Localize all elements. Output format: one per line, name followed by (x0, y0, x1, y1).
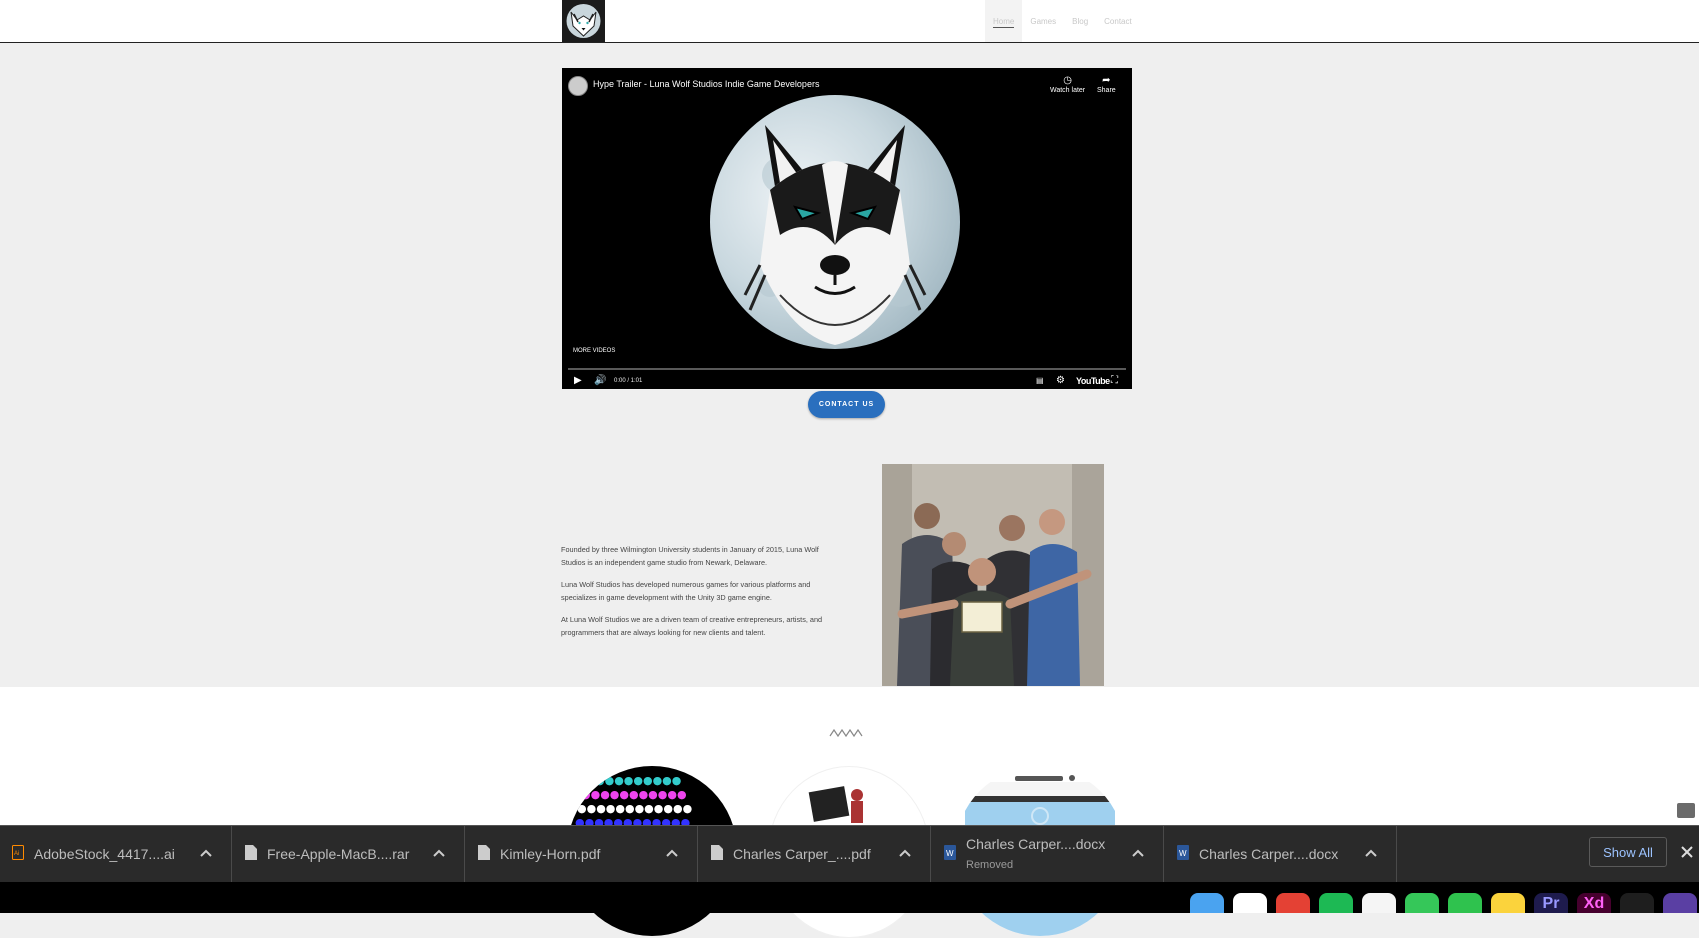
show-all-button[interactable]: Show All (1589, 837, 1667, 867)
file-icon (478, 845, 490, 860)
download-item[interactable]: Ai AdobeStock_4417....ai (0, 826, 232, 883)
finder-icon[interactable] (1190, 893, 1224, 913)
spotify-icon[interactable] (1319, 893, 1353, 913)
xd-icon[interactable]: Xd (1577, 893, 1611, 913)
play-icon[interactable]: ▶ (574, 373, 582, 389)
macos-dock: Pr Xd (0, 882, 1699, 913)
download-status: Removed (966, 859, 1014, 871)
channel-avatar[interactable] (568, 76, 588, 96)
captions-icon[interactable]: ▤ (1036, 373, 1044, 389)
chevron-up-icon[interactable] (898, 846, 912, 860)
games-section: ●●●●●●●●● ●●●●●●●●●●● ●●●●●●●●●●●● ●●●●●… (0, 687, 1699, 938)
nav-contact[interactable]: Contact (1096, 0, 1140, 42)
download-filename: Charles Carper....docx (966, 836, 1106, 852)
things-icon[interactable] (1233, 893, 1267, 913)
more-videos-label[interactable]: MORE VIDEOS (573, 348, 615, 354)
download-item[interactable]: Charles Carper_....pdf (699, 826, 931, 883)
team-photo (882, 464, 1104, 686)
svg-text:●●●●●●●●●●●: ●●●●●●●●●●● (581, 788, 687, 801)
app-icon[interactable] (1663, 893, 1697, 913)
download-item[interactable]: Kimley-Horn.pdf (466, 826, 698, 883)
svg-text:Ai: Ai (14, 851, 19, 857)
download-filename: Free-Apple-MacB....rar (267, 846, 410, 862)
share-button[interactable]: ➦ Share (1097, 75, 1116, 94)
about-paragraph: Founded by three Wilmington University s… (561, 545, 819, 567)
share-label: Share (1097, 87, 1116, 94)
wave-divider-icon (829, 728, 863, 738)
contact-us-button[interactable]: CONTACT US (808, 391, 885, 418)
about-paragraph: At Luna Wolf Studios we are a driven tea… (561, 615, 823, 637)
about-paragraph: Luna Wolf Studios has developed numerous… (561, 580, 811, 602)
figma-icon[interactable] (1620, 893, 1654, 913)
premiere-icon[interactable]: Pr (1534, 893, 1568, 913)
watch-later-label: Watch later (1050, 87, 1086, 94)
file-icon (245, 845, 257, 860)
nav-home[interactable]: Home (985, 0, 1023, 42)
video-controls: ▶ 🔊 0:00 / 1:01 ▤ ⚙ YouTube ⛶ (562, 373, 1132, 389)
svg-text:●●●●●●●●●: ●●●●●●●●● (595, 774, 681, 787)
wolf-moon-thumbnail (710, 95, 960, 349)
settings-gear-icon[interactable]: ⚙ (1056, 373, 1065, 389)
share-icon: ➦ (1102, 75, 1111, 86)
about-section: Founded by three Wilmington University s… (561, 543, 833, 648)
chevron-up-icon[interactable] (199, 846, 213, 860)
fullscreen-icon[interactable]: ⛶ (1111, 373, 1118, 389)
clock-icon: ◷ (1063, 75, 1072, 86)
chrome-icon[interactable] (1276, 893, 1310, 913)
volume-icon[interactable]: 🔊 (594, 373, 606, 389)
watch-later-button[interactable]: ◷ Watch later (1050, 75, 1085, 94)
messages-icon[interactable] (1405, 893, 1439, 913)
download-item[interactable]: W Charles Carper....docx Removed (932, 826, 1164, 883)
notes-icon[interactable] (1491, 893, 1525, 913)
video-player[interactable]: Hype Trailer - Luna Wolf Studios Indie G… (562, 68, 1132, 389)
svg-text:●●●●●●●●●●●●: ●●●●●●●●●●●● (577, 802, 692, 815)
photos-icon[interactable] (1362, 893, 1396, 913)
nav-games[interactable]: Games (1022, 0, 1064, 42)
word-icon: W (1177, 845, 1189, 860)
youtube-logo[interactable]: YouTube (1076, 373, 1110, 389)
adobe-illustrator-icon: Ai (12, 845, 24, 860)
video-time: 0:00 / 1:01 (614, 378, 643, 384)
message-icon[interactable] (1677, 803, 1695, 818)
file-icon (711, 845, 723, 860)
download-item[interactable]: W Charles Carper....docx (1165, 826, 1397, 883)
chevron-up-icon[interactable] (1131, 846, 1145, 860)
chevron-up-icon[interactable] (665, 846, 679, 860)
download-filename: AdobeStock_4417....ai (34, 846, 175, 862)
chevron-up-icon[interactable] (432, 846, 446, 860)
video-title[interactable]: Hype Trailer - Luna Wolf Studios Indie G… (593, 79, 819, 89)
close-icon[interactable] (1679, 844, 1695, 860)
luna-wolf-logo[interactable] (562, 0, 605, 42)
word-icon: W (944, 845, 956, 860)
download-filename: Charles Carper....docx (1199, 846, 1339, 862)
download-filename: Charles Carper_....pdf (733, 846, 871, 862)
download-filename: Kimley-Horn.pdf (500, 846, 601, 862)
site-header: Home Games Blog Contact (0, 0, 1699, 43)
video-progress-bar[interactable] (568, 368, 1126, 370)
facetime-icon[interactable] (1448, 893, 1482, 913)
main-nav: Home Games Blog Contact (985, 0, 1140, 42)
download-bar: Ai AdobeStock_4417....ai Free-Apple-MacB… (0, 825, 1699, 883)
svg-text:W: W (946, 849, 954, 858)
download-item[interactable]: Free-Apple-MacB....rar (233, 826, 465, 883)
chevron-up-icon[interactable] (1364, 846, 1378, 860)
nav-blog[interactable]: Blog (1064, 0, 1096, 42)
svg-text:W: W (1179, 849, 1187, 858)
